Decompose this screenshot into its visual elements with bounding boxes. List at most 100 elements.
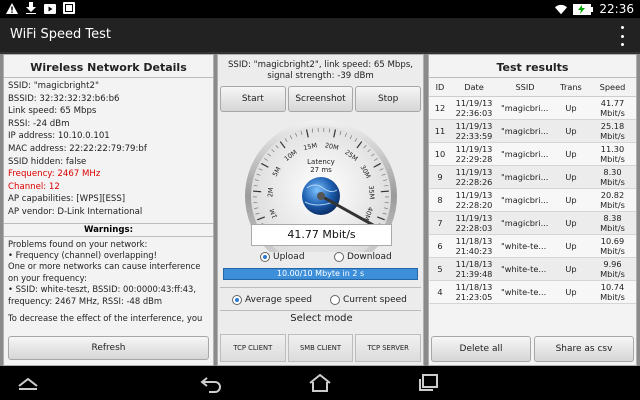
upload-label: Upload <box>273 252 305 262</box>
detail-frequency: Frequency: 2467 MHz <box>8 169 101 180</box>
cell-id-text: 8 <box>437 194 443 205</box>
test-results-title: Test results <box>429 55 636 78</box>
cell-id-text: 10 <box>434 148 446 159</box>
cell-speed-text: 20.82 <box>600 189 625 200</box>
warning-line: To decrease the effect of the interferen… <box>8 312 203 323</box>
cell-id-text: 7 <box>437 217 443 228</box>
screenshot-button[interactable]: Screenshot <box>287 86 354 112</box>
cell-date: 11/19/13 22:28:20 <box>451 188 497 212</box>
cell-trans: Up <box>553 257 589 281</box>
column-header-date[interactable]: Date <box>451 78 497 97</box>
table-row[interactable]: 6 11/18/13 21:40:23 "white-te... Up 10.69 Mbit… <box>429 234 636 258</box>
cell-date-text: 22:29:28 <box>455 153 493 164</box>
column-header-ssid[interactable]: SSID <box>497 78 553 97</box>
home-nav-icon[interactable] <box>308 373 332 393</box>
overflow-menu-icon[interactable] <box>618 26 626 46</box>
cell-speed: 10.74 Mbit/s <box>589 280 636 304</box>
table-row[interactable]: 9 11/19/13 22:28:26 "magicbri... Up 8.30 Mbit/… <box>429 165 636 189</box>
cell-ssid: "magicbri... <box>497 165 553 189</box>
recent-apps-icon[interactable] <box>416 373 440 393</box>
results-body: 12 11/19/13 22:36:03 "magicbri... Up 41.77 Mbi… <box>429 96 636 304</box>
cell-speed-text: Mbit/s <box>600 153 625 164</box>
table-row[interactable]: 10 11/19/13 22:29:28 "magicbri... Up 11.30 Mbi… <box>429 142 636 166</box>
cell-speed-text: Mbit/s <box>600 222 625 233</box>
tcp-client-button[interactable]: TCP CLIENT <box>220 334 286 362</box>
cell-date-text: 11/19/13 <box>455 143 493 154</box>
column-header-id[interactable]: ID <box>429 78 451 97</box>
cell-date-text: 11/19/13 <box>455 97 493 108</box>
cell-speed-text: 41.77 <box>600 97 625 108</box>
cell-id: 6 <box>429 234 451 258</box>
cell-date-text: 21:40:23 <box>455 245 493 256</box>
cell-speed-text: 8.38 <box>603 212 622 223</box>
upload-radio[interactable] <box>260 252 270 262</box>
upload-option[interactable]: Upload <box>260 252 305 262</box>
cell-speed-text: 8.30 <box>603 166 622 177</box>
cell-ssid-text: "magicbri... <box>501 171 549 182</box>
detail-link-speed: Link speed: 65 Mbps <box>8 106 97 117</box>
cell-date-text: 11/19/13 <box>455 189 493 200</box>
cell-date-text: 11/18/13 <box>455 235 493 246</box>
cell-speed: 8.38 Mbit/s <box>589 211 636 235</box>
media-icon <box>63 2 75 14</box>
connection-info: SSID: "magicbright2", link speed: 65 Mbp… <box>218 55 423 82</box>
refresh-button[interactable]: Refresh <box>8 336 209 360</box>
collapse-nav-icon[interactable] <box>16 373 40 393</box>
cell-speed: 11.30 Mbit/s <box>589 142 636 166</box>
back-nav-icon[interactable] <box>199 373 223 393</box>
cell-date-text: 21:23:05 <box>455 291 493 302</box>
cell-speed: 10.69 Mbit/s <box>589 234 636 258</box>
cell-id: 4 <box>429 280 451 304</box>
current-speed-radio[interactable] <box>330 295 340 305</box>
download-radio[interactable] <box>334 252 344 262</box>
share-csv-button[interactable]: Share as csv <box>534 336 634 362</box>
table-row[interactable]: 4 11/18/13 21:23:05 "white-te... Up 10.74 Mbit… <box>429 280 636 304</box>
gauge-tick-label: 2M <box>266 187 275 197</box>
cell-ssid-text: "white-te... <box>501 286 547 297</box>
cell-date-text: 22:33:59 <box>455 130 493 141</box>
table-row[interactable]: 7 11/19/13 22:28:03 "magicbri... Up 8.38 Mbit/… <box>429 211 636 235</box>
detail-ap-vendor: AP vendor: D-Link International <box>8 206 143 217</box>
cell-trans-text: Up <box>565 240 577 251</box>
download-icon <box>25 2 37 14</box>
average-speed-option[interactable]: Average speed <box>232 295 312 305</box>
cell-trans-text: Up <box>565 171 577 182</box>
table-row[interactable]: 12 11/19/13 22:36:03 "magicbri... Up 41.77 Mbi… <box>429 96 636 120</box>
cell-id-text: 6 <box>437 240 443 251</box>
cell-id-text: 12 <box>434 102 446 113</box>
detail-bssid: BSSID: 32:32:32:32:b6:b6 <box>8 93 120 104</box>
average-speed-radio[interactable] <box>232 295 242 305</box>
smb-client-button[interactable]: SMB CLIENT <box>287 334 354 362</box>
current-speed-option[interactable]: Current speed <box>330 295 407 305</box>
test-toolbar: Start Screenshot Stop <box>220 86 422 112</box>
start-button[interactable]: Start <box>220 86 286 112</box>
cell-speed: 8.30 Mbit/s <box>589 165 636 189</box>
cell-ssid: "magicbri... <box>497 211 553 235</box>
table-row[interactable]: 5 11/18/13 21:39:48 "white-te... Up 9.96 Mbit/… <box>429 257 636 281</box>
column-header-trans[interactable]: Trans <box>553 78 589 97</box>
download-option[interactable]: Download <box>334 252 392 262</box>
cell-date-text: 11/19/13 <box>455 166 493 177</box>
cell-ssid: "white-te... <box>497 234 553 258</box>
cell-speed-text: 11.30 <box>600 143 625 154</box>
table-row[interactable]: 11 11/19/13 22:33:59 "magicbri... Up 25.18 Mbi… <box>429 119 636 143</box>
cell-ssid: "magicbri... <box>497 119 553 143</box>
cell-speed-text: Mbit/s <box>600 107 625 118</box>
delete-all-button[interactable]: Delete all <box>431 336 531 362</box>
cell-date-text: 11/19/13 <box>455 120 493 131</box>
cell-ssid-text: "white-te... <box>501 240 547 251</box>
cell-date: 11/19/13 22:28:26 <box>451 165 497 189</box>
detail-ssid: SSID: "magicbright2" <box>8 81 99 91</box>
cell-trans: Up <box>553 96 589 120</box>
tcp-server-button[interactable]: TCP SERVER <box>355 334 422 362</box>
cell-trans-text: Up <box>565 102 577 113</box>
stop-button[interactable]: Stop <box>355 86 422 112</box>
cell-speed-text: 10.69 <box>600 235 625 246</box>
table-row[interactable]: 8 11/19/13 22:28:20 "magicbri... Up 20.82 Mbit… <box>429 188 636 212</box>
warnings-body[interactable]: Problems found on your network: • Freque… <box>4 237 213 327</box>
cell-id: 8 <box>429 188 451 212</box>
cell-speed-text: Mbit/s <box>600 291 625 302</box>
status-time: 22:36 <box>599 2 634 16</box>
column-header-speed[interactable]: Speed <box>589 78 636 97</box>
warning-line: • Frequency (channel) overlapping! <box>8 249 157 260</box>
